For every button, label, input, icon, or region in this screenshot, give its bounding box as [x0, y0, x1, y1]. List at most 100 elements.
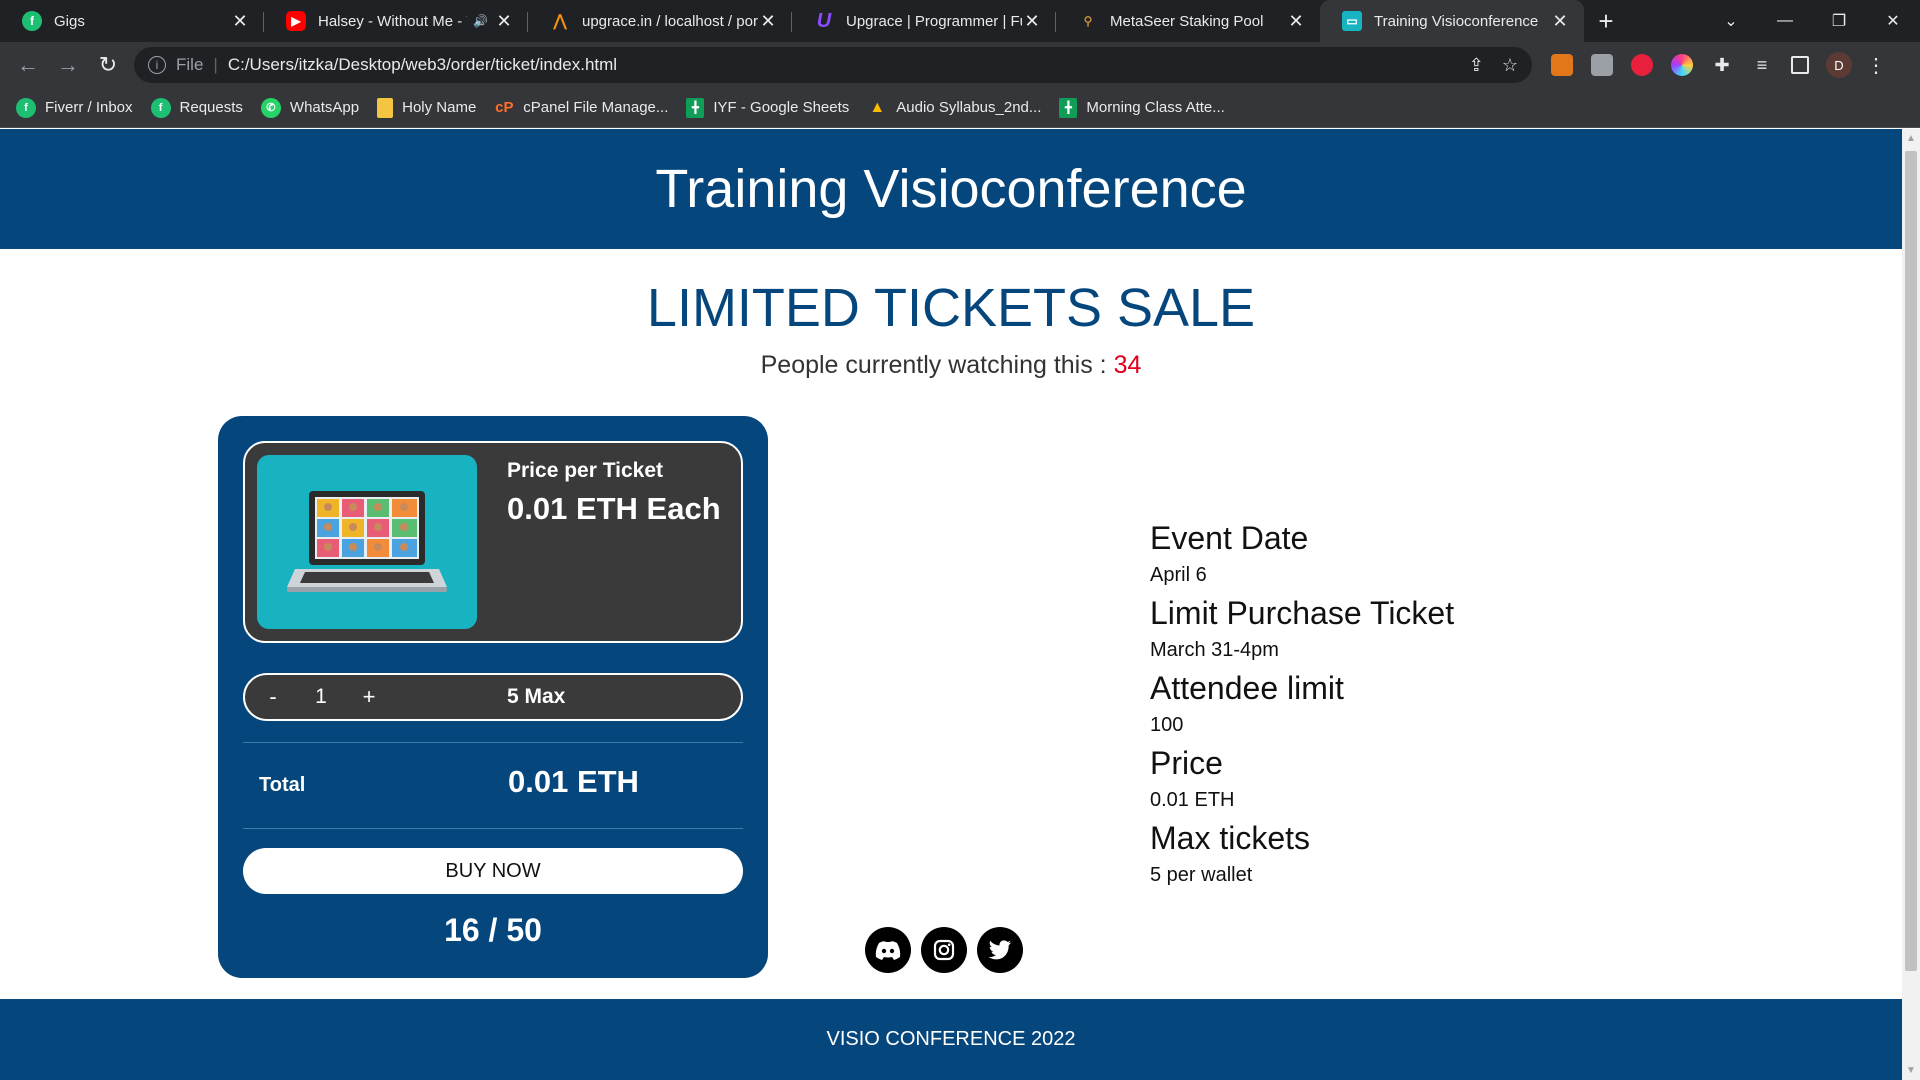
profile-avatar[interactable]: D: [1826, 52, 1852, 78]
metamask-icon[interactable]: [1551, 54, 1573, 76]
detail-value: March 31-4pm: [1150, 639, 1279, 661]
ticket-card: Price per Ticket 0.01 ETH Each - 1 + 5 M…: [218, 416, 768, 978]
site-footer: VISIO CONFERENCE 2022: [0, 999, 1902, 1080]
puzzle-icon[interactable]: ✚: [1711, 54, 1733, 76]
site-title: Training Visioconference: [655, 159, 1247, 219]
scheme-label: File: [176, 55, 204, 74]
phpmyadmin-icon: ⋀: [553, 13, 567, 30]
sale-heading: LIMITED TICKETS SALE: [646, 278, 1256, 338]
info-icon[interactable]: i: [148, 56, 166, 74]
tab-phpmyadmin[interactable]: ⋀ upgrace.in / localhost / por ✕: [528, 0, 792, 42]
decrement-button[interactable]: -: [263, 684, 283, 710]
menu-kebab-icon[interactable]: ⋮: [1866, 53, 1886, 78]
cpanel-icon: cP: [495, 99, 514, 116]
close-icon[interactable]: ✕: [758, 11, 778, 32]
twitter-link[interactable]: [977, 927, 1023, 973]
tab-search-icon[interactable]: ⌄: [1704, 0, 1758, 42]
bookmark-fiverr-inbox[interactable]: f Fiverr / Inbox: [16, 97, 133, 118]
page-scrollbar[interactable]: ▲ ▼: [1902, 129, 1920, 1080]
detail-heading: Max tickets: [1150, 820, 1311, 856]
speaker-icon[interactable]: 🔊: [473, 14, 488, 28]
adblock-icon[interactable]: [1631, 54, 1653, 76]
bookmark-requests[interactable]: f Requests: [150, 97, 243, 118]
event-details: Event Date April 6 Limit Purchase Ticket…: [1150, 518, 1454, 893]
bookmark-label: Audio Syllabus_2nd...: [896, 99, 1042, 116]
side-panel-icon[interactable]: [1791, 56, 1809, 74]
bookmark-whatsapp[interactable]: ✆ WhatsApp: [260, 97, 360, 118]
instagram-icon: [933, 939, 955, 961]
bookmark-cpanel[interactable]: cP cPanel File Manage...: [494, 98, 668, 118]
close-window-button[interactable]: ✕: [1866, 0, 1920, 42]
tab-halsey[interactable]: ▶ Halsey - Without Me - Y 🔊 ✕: [264, 0, 528, 42]
quantity-stepper: - 1 + 5 Max: [243, 673, 743, 721]
tab-title: Gigs: [54, 12, 85, 30]
window-controls: ⌄ — ❐ ✕: [1704, 0, 1920, 42]
close-icon[interactable]: ✕: [1286, 11, 1306, 32]
media-control-icon[interactable]: ≡: [1751, 54, 1773, 76]
url-text[interactable]: C:/Users/itzka/Desktop/web3/order/ticket…: [228, 55, 1451, 75]
divider: [243, 742, 743, 743]
instagram-link[interactable]: [921, 927, 967, 973]
tab-gigs[interactable]: f Gigs ✕: [0, 0, 264, 42]
tab-metaseer[interactable]: ⚲ MetaSeer Staking Pool ✕: [1056, 0, 1320, 42]
upgrace-icon: U: [816, 9, 832, 32]
footer-text: VISIO CONFERENCE 2022: [826, 1028, 1076, 1050]
watching-label: People currently watching this :: [760, 351, 1107, 379]
sheets-icon: ╋: [686, 97, 705, 118]
tab-training-visioconference[interactable]: ▭ Training Visioconference ✕: [1320, 0, 1584, 42]
drive-icon: ▲: [869, 98, 886, 116]
tab-title: Upgrace | Programmer | Ful: [846, 12, 1022, 30]
twitter-icon: [988, 940, 1011, 960]
minimize-button[interactable]: —: [1758, 0, 1812, 42]
forward-arrow-icon[interactable]: →: [48, 45, 88, 85]
bookmarks-bar: f Fiverr / Inbox f Requests ✆ WhatsApp Holy…: [0, 88, 1920, 128]
new-tab-button[interactable]: +: [1584, 0, 1628, 42]
bookmark-holy-name[interactable]: Holy Name: [377, 97, 476, 118]
bookmark-label: cPanel File Manage...: [523, 99, 669, 116]
extensions-area: ✚ ≡ D ⋮: [1542, 52, 1886, 78]
metaseer-icon: ⚲: [1083, 14, 1093, 28]
detail-value: 0.01 ETH: [1150, 789, 1235, 811]
conference-image: [257, 455, 477, 629]
detail-heading: Event Date: [1150, 520, 1309, 556]
close-icon[interactable]: ✕: [494, 11, 514, 32]
tab-upgrace[interactable]: U Upgrace | Programmer | Ful ✕: [792, 0, 1056, 42]
fiverr-icon: f: [22, 11, 42, 31]
restore-button[interactable]: ❐: [1812, 0, 1866, 42]
extension-icon[interactable]: [1591, 54, 1613, 76]
whatsapp-icon: ✆: [260, 97, 281, 118]
laptop-video-call-icon: [287, 491, 447, 592]
tab-title: Halsey - Without Me - Y: [318, 12, 468, 30]
max-quantity-label: 5 Max: [507, 685, 566, 708]
detail-value: 100: [1150, 714, 1184, 736]
bookmark-label: Morning Class Atte...: [1086, 99, 1225, 116]
reload-icon[interactable]: ↻: [88, 45, 128, 85]
bookmark-audio-syllabus[interactable]: ▲ Audio Syllabus_2nd...: [867, 98, 1041, 118]
scrollbar-thumb[interactable]: [1905, 151, 1917, 971]
social-links: [865, 927, 1033, 973]
scroll-up-icon[interactable]: ▲: [1902, 133, 1920, 144]
back-arrow-icon[interactable]: ←: [8, 45, 48, 85]
close-icon[interactable]: ✕: [1550, 11, 1570, 32]
fiverr-icon: f: [150, 97, 171, 118]
address-bar[interactable]: i File | C:/Users/itzka/Desktop/web3/ord…: [134, 47, 1532, 83]
watching-indicator: People currently watching this : 34: [0, 351, 1902, 380]
bookmark-iyf-sheets[interactable]: ╋ IYF - Google Sheets: [686, 97, 849, 118]
bookmark-star-icon[interactable]: ☆: [1502, 55, 1518, 76]
increment-button[interactable]: +: [359, 684, 379, 710]
detail-heading: Attendee limit: [1150, 670, 1344, 706]
site-header: Training Visioconference: [0, 129, 1902, 249]
bookmark-label: WhatsApp: [289, 99, 360, 116]
tab-strip: f Gigs ✕ ▶ Halsey - Without Me - Y 🔊 ✕ ⋀…: [0, 0, 1920, 42]
ticket-product-box: Price per Ticket 0.01 ETH Each: [243, 441, 743, 643]
scroll-down-icon[interactable]: ▼: [1902, 1065, 1920, 1076]
share-icon[interactable]: ⇪: [1469, 55, 1484, 76]
discord-link[interactable]: [865, 927, 911, 973]
close-icon[interactable]: ✕: [1022, 11, 1042, 32]
close-icon[interactable]: ✕: [230, 11, 250, 32]
buy-now-button[interactable]: BUY NOW: [243, 848, 743, 894]
color-picker-icon[interactable]: [1671, 54, 1693, 76]
address-divider: |: [213, 55, 218, 74]
bookmark-morning-class[interactable]: ╋ Morning Class Atte...: [1059, 97, 1225, 118]
sheets-icon: ╋: [1059, 97, 1078, 118]
